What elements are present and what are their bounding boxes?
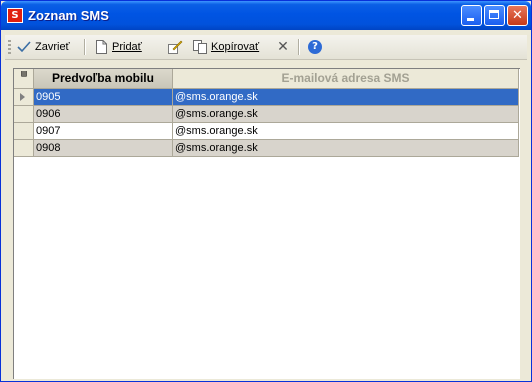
window-title: Zoznam SMS: [28, 8, 109, 23]
add-button[interactable]: Pridať: [93, 38, 142, 56]
new-document-icon: [93, 39, 109, 55]
table-row[interactable]: 0905 @sms.orange.sk: [14, 89, 519, 106]
minimize-button[interactable]: [461, 5, 482, 26]
prefix-cell[interactable]: 0906: [34, 106, 173, 123]
maximize-button[interactable]: [484, 5, 505, 26]
row-header[interactable]: [14, 89, 34, 106]
close-icon: ✕: [512, 8, 523, 23]
column-header-prefix[interactable]: Predvoľba mobilu: [34, 69, 173, 89]
grid-corner-button[interactable]: ▤: [14, 69, 34, 89]
table-row[interactable]: 0907 @sms.orange.sk: [14, 123, 519, 140]
edit-button[interactable]: [167, 38, 186, 56]
email-cell[interactable]: @sms.orange.sk: [173, 140, 519, 157]
help-glyph: ?: [308, 40, 322, 54]
close-tool-label: Zavrieť: [35, 41, 70, 53]
close-tool-button[interactable]: Zavrieť: [16, 38, 70, 56]
title-bar[interactable]: S Zoznam SMS ✕: [1, 1, 531, 30]
toolbar-grip[interactable]: [8, 40, 11, 54]
copy-icon: [192, 39, 208, 55]
help-button[interactable]: ?: [307, 38, 326, 56]
column-chooser-icon: ▤: [21, 69, 27, 79]
toolbar: Zavrieť Pridať Kopírovať ✕ ?: [5, 35, 527, 60]
row-header[interactable]: [14, 140, 34, 157]
email-cell[interactable]: @sms.orange.sk: [173, 106, 519, 123]
checkmark-icon: [16, 39, 32, 55]
add-label: Pridať: [112, 41, 142, 53]
copy-button[interactable]: Kopírovať: [192, 38, 259, 56]
row-header[interactable]: [14, 106, 34, 123]
sms-grid[interactable]: ▤ Predvoľba mobilu E-mailová adresa SMS …: [13, 68, 520, 379]
maximize-icon: [489, 10, 499, 19]
table-row[interactable]: 0908 @sms.orange.sk: [14, 140, 519, 157]
column-header-email[interactable]: E-mailová adresa SMS: [173, 69, 519, 89]
toolbar-separator: [298, 39, 300, 55]
edit-pencil-icon: [167, 39, 183, 55]
minimize-icon: [467, 18, 474, 21]
toolbar-separator: [84, 39, 86, 55]
sms-list-window: S Zoznam SMS ✕ Zavrieť Pridať Kopírovať …: [0, 0, 532, 382]
prefix-cell[interactable]: 0908: [34, 140, 173, 157]
copy-label: Kopírovať: [211, 41, 260, 53]
email-cell[interactable]: @sms.orange.sk: [173, 123, 519, 140]
close-button[interactable]: ✕: [507, 5, 528, 26]
current-row-arrow-icon: [20, 93, 25, 101]
delete-button[interactable]: ✕: [275, 38, 294, 56]
prefix-cell[interactable]: 0907: [34, 123, 173, 140]
email-cell[interactable]: @sms.orange.sk: [173, 89, 519, 106]
help-icon: ?: [307, 39, 323, 55]
delete-icon: ✕: [277, 39, 289, 55]
table-row[interactable]: 0906 @sms.orange.sk: [14, 106, 519, 123]
prefix-cell[interactable]: 0905: [34, 89, 173, 106]
app-icon: S: [7, 8, 23, 23]
row-header[interactable]: [14, 123, 34, 140]
